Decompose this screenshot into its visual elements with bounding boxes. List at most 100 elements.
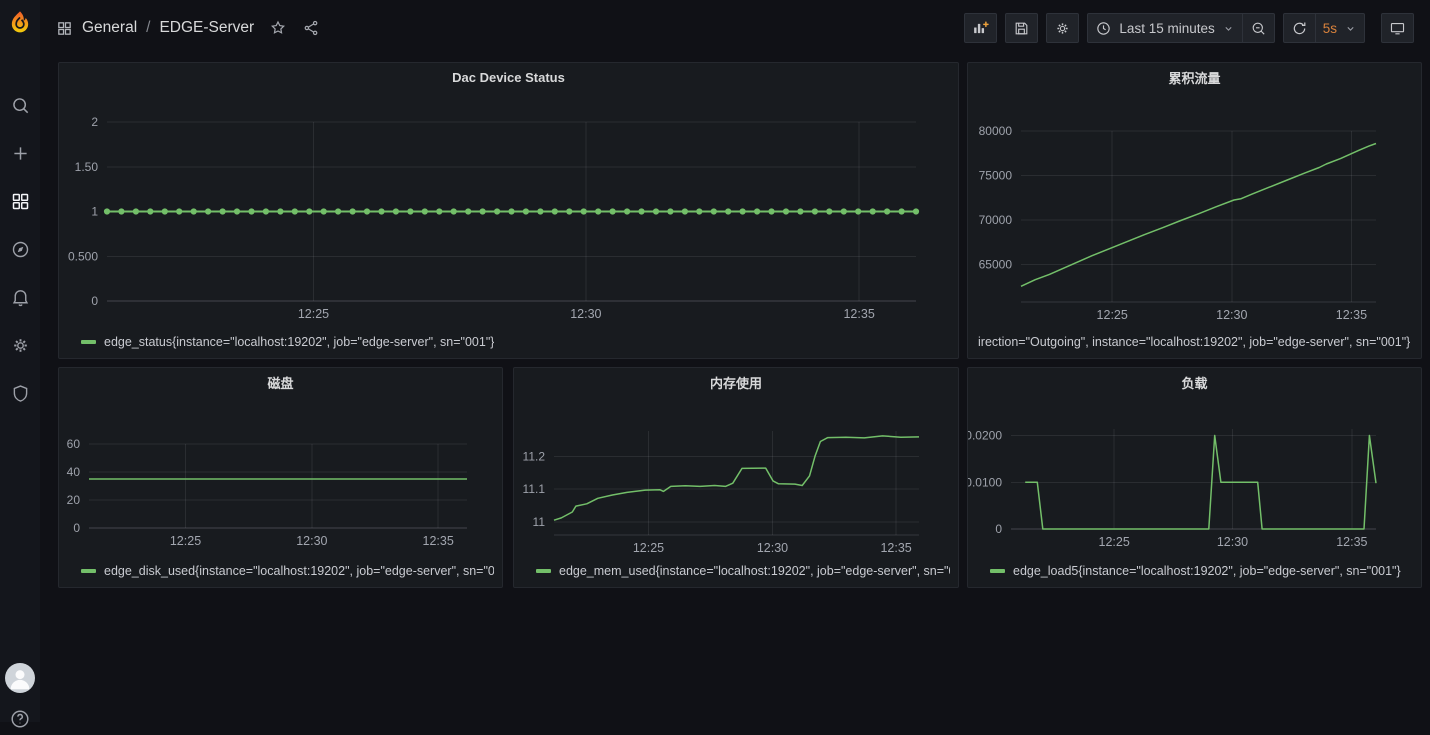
panel-title[interactable]: 负载 <box>968 368 1421 396</box>
time-picker-group: Last 15 minutes <box>1087 13 1274 43</box>
panel-title[interactable]: Dac Device Status <box>59 63 958 91</box>
legend-item[interactable]: edge_mem_used{instance="localhost:19202"… <box>559 564 950 578</box>
svg-text:11.2: 11.2 <box>523 449 546 463</box>
panel-memory-usage: 内存使用 12:2512:3012:3511.211.111 edge_mem_… <box>513 367 959 588</box>
breadcrumb-dashboard-title[interactable]: EDGE-Server <box>159 19 254 37</box>
svg-text:0.500: 0.500 <box>68 249 98 263</box>
panel-legend: edge_mem_used{instance="localhost:19202"… <box>514 560 958 587</box>
svg-text:12:25: 12:25 <box>170 534 201 548</box>
breadcrumb: General / EDGE-Server <box>56 19 320 37</box>
svg-text:20: 20 <box>67 493 81 507</box>
refresh-group: 5s <box>1283 13 1365 43</box>
panel-dac-device-status: Dac Device Status 12:25 12:30 12:35 2 1.50 1 0… <box>58 62 959 359</box>
server-admin-shield-icon[interactable] <box>9 382 31 404</box>
panel-cumulative-traffic: 累积流量 12:25 12:30 12:35 80000 75000 70000 65000… <box>967 62 1422 359</box>
svg-text:12:30: 12:30 <box>757 541 788 555</box>
chart-area: 12:2512:3012:3511.211.111 <box>514 396 958 560</box>
dac-device-status-chart[interactable]: 12:25 12:30 12:35 2 1.50 1 0.500 0 <box>59 91 958 331</box>
panel-legend: irection="Outgoing", instance="localhost… <box>968 331 1421 358</box>
svg-text:12:25: 12:25 <box>633 541 664 555</box>
panel-legend: edge_status{instance="localhost:19202", … <box>59 331 958 358</box>
chart-area: 12:25 12:30 12:35 2 1.50 1 0.500 0 <box>59 91 958 331</box>
panel-title[interactable]: 内存使用 <box>514 368 958 396</box>
cumulative-traffic-chart[interactable]: 12:25 12:30 12:35 80000 75000 70000 65000 <box>968 91 1421 331</box>
save-dashboard-button[interactable] <box>1005 13 1038 43</box>
legend-item[interactable]: irection="Outgoing", instance="localhost… <box>978 335 1410 349</box>
breadcrumb-section[interactable]: General <box>82 19 137 37</box>
explore-compass-icon[interactable] <box>9 238 31 260</box>
time-range-picker[interactable]: Last 15 minutes <box>1087 13 1242 43</box>
chart-area: 12:25 12:30 12:35 60 40 20 0 <box>59 396 502 560</box>
sidebar <box>0 0 40 722</box>
cycle-view-mode-button[interactable] <box>1381 13 1414 43</box>
svg-text:12:35: 12:35 <box>423 534 454 548</box>
breadcrumb-separator: / <box>146 19 150 37</box>
svg-text:0.0100: 0.0100 <box>968 475 1002 489</box>
alerting-bell-icon[interactable] <box>9 286 31 308</box>
legend-series-dash <box>81 340 96 344</box>
panel-legend: edge_disk_used{instance="localhost:19202… <box>59 560 502 587</box>
panel-title[interactable]: 磁盘 <box>59 368 502 396</box>
zoom-out-button[interactable] <box>1243 13 1275 43</box>
svg-text:1.50: 1.50 <box>75 160 99 174</box>
legend-series-dash <box>81 569 96 573</box>
svg-text:0.0200: 0.0200 <box>968 429 1002 443</box>
memory-usage-chart[interactable]: 12:2512:3012:3511.211.111 <box>514 396 958 560</box>
svg-text:0: 0 <box>91 294 98 308</box>
navbar: General / EDGE-Server Last 15 minutes <box>40 0 1430 56</box>
panel-legend: edge_load5{instance="localhost:19202", j… <box>968 560 1421 587</box>
refresh-interval-picker[interactable]: 5s <box>1316 13 1365 43</box>
panel-title[interactable]: 累积流量 <box>968 63 1421 91</box>
svg-text:12:25: 12:25 <box>1099 535 1130 549</box>
svg-text:12:35: 12:35 <box>1336 535 1367 549</box>
svg-text:12:25: 12:25 <box>298 307 329 321</box>
panel-load: 负载 12:25 12:30 12:35 0.0200 0.0100 0 edge_loa… <box>967 367 1422 588</box>
chart-area: 12:25 12:30 12:35 0.0200 0.0100 0 <box>968 396 1421 560</box>
sidebar-bottom <box>5 663 35 722</box>
configuration-gear-icon[interactable] <box>9 334 31 356</box>
legend-series-dash <box>536 569 551 573</box>
panel-disk: 磁盘 12:25 12:30 12:35 60 40 20 0 edge_disk_used… <box>58 367 503 588</box>
svg-text:12:30: 12:30 <box>1217 535 1248 549</box>
svg-text:80000: 80000 <box>979 124 1013 138</box>
svg-text:0: 0 <box>995 522 1002 536</box>
refresh-interval-label: 5s <box>1323 21 1337 36</box>
chart-area: 12:25 12:30 12:35 80000 75000 70000 65000 <box>968 91 1421 331</box>
legend-item[interactable]: edge_load5{instance="localhost:19202", j… <box>1013 564 1401 578</box>
svg-text:75000: 75000 <box>979 169 1013 183</box>
refresh-button[interactable] <box>1283 13 1316 43</box>
dashboards-icon[interactable] <box>9 190 31 212</box>
svg-text:12:25: 12:25 <box>1097 308 1128 322</box>
share-icon[interactable] <box>302 19 320 37</box>
svg-text:12:35: 12:35 <box>1336 308 1367 322</box>
svg-text:70000: 70000 <box>979 213 1013 227</box>
svg-text:12:30: 12:30 <box>296 534 327 548</box>
legend-item[interactable]: edge_status{instance="localhost:19202", … <box>104 335 494 349</box>
svg-text:1: 1 <box>91 205 98 219</box>
svg-text:60: 60 <box>67 437 81 451</box>
svg-text:2: 2 <box>91 115 98 129</box>
legend-item[interactable]: edge_disk_used{instance="localhost:19202… <box>104 564 494 578</box>
help-icon[interactable] <box>9 708 31 730</box>
user-avatar[interactable] <box>5 663 35 693</box>
time-range-label: Last 15 minutes <box>1119 21 1214 36</box>
dashboard-grid-icon <box>56 20 73 37</box>
svg-text:12:30: 12:30 <box>570 307 601 321</box>
svg-text:65000: 65000 <box>979 258 1013 272</box>
svg-text:12:35: 12:35 <box>843 307 874 321</box>
sidebar-nav <box>9 94 31 404</box>
create-plus-icon[interactable] <box>9 142 31 164</box>
svg-text:12:30: 12:30 <box>1216 308 1247 322</box>
load-chart[interactable]: 12:25 12:30 12:35 0.0200 0.0100 0 <box>968 396 1421 560</box>
add-panel-button[interactable] <box>964 13 997 43</box>
svg-text:11: 11 <box>533 515 546 529</box>
grafana-logo[interactable] <box>5 8 35 38</box>
svg-text:11.1: 11.1 <box>523 482 546 496</box>
dashboard-settings-button[interactable] <box>1046 13 1079 43</box>
svg-text:40: 40 <box>67 465 81 479</box>
svg-text:0: 0 <box>73 521 80 535</box>
dashboard-toolbar: Last 15 minutes 5s <box>964 13 1414 43</box>
star-icon[interactable] <box>269 19 287 37</box>
search-icon[interactable] <box>9 94 31 116</box>
disk-chart[interactable]: 12:25 12:30 12:35 60 40 20 0 <box>59 396 502 560</box>
